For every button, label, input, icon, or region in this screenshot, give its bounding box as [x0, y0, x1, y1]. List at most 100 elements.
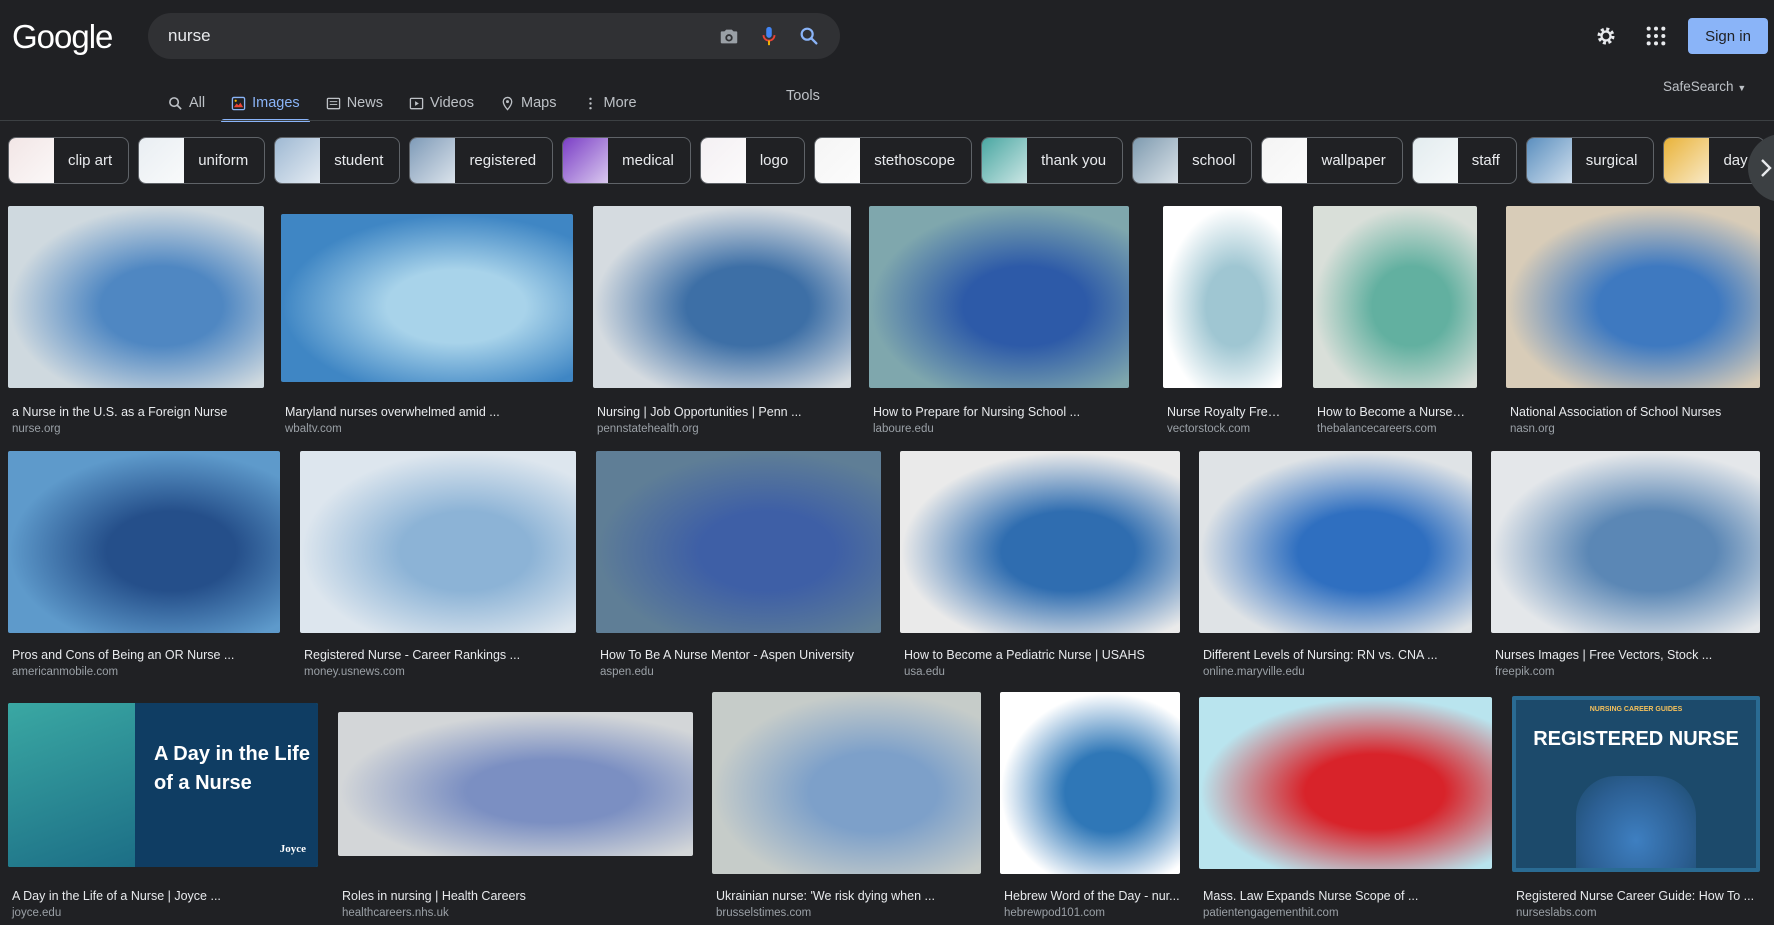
result-title[interactable]: National Association of School Nurses: [1510, 405, 1760, 419]
result-title[interactable]: Nursing | Job Opportunities | Penn ...: [597, 405, 851, 419]
result-source[interactable]: aspen.edu: [600, 666, 654, 678]
chip-thumbnail: [139, 138, 185, 183]
result-source[interactable]: nurse.org: [12, 423, 61, 435]
tab-videos[interactable]: Videos: [409, 84, 474, 118]
result-title[interactable]: Nurse Royalty Free Vec...: [1167, 405, 1282, 419]
result-source[interactable]: pennstatehealth.org: [597, 423, 699, 435]
overlay-headline-2: of a Nurse: [154, 772, 252, 794]
result-thumbnail[interactable]: [596, 451, 881, 633]
chip-school[interactable]: school: [1132, 137, 1253, 184]
chip-registered[interactable]: registered: [409, 137, 554, 184]
result-title[interactable]: Hebrew Word of the Day - nur...: [1004, 889, 1180, 903]
result-source[interactable]: vectorstock.com: [1167, 423, 1250, 435]
result-thumbnail[interactable]: [712, 692, 981, 874]
chip-student[interactable]: student: [274, 137, 401, 184]
result-thumbnail[interactable]: [1163, 206, 1282, 388]
result-title[interactable]: Nurses Images | Free Vectors, Stock ...: [1495, 648, 1760, 662]
chip-label: medical: [622, 152, 674, 169]
result-title[interactable]: How to Become a Pediatric Nurse | USAHS: [904, 648, 1180, 662]
result-thumbnail[interactable]: [869, 206, 1129, 388]
result-source[interactable]: patientengagementhit.com: [1203, 907, 1339, 919]
google-logo[interactable]: Google: [12, 18, 113, 56]
search-icon[interactable]: [798, 25, 820, 47]
result-thumbnail[interactable]: [1000, 692, 1180, 874]
result-thumbnail[interactable]: [281, 214, 573, 382]
result-thumbnail[interactable]: [1313, 206, 1477, 388]
safesearch-toggle[interactable]: SafeSearch ▼: [1663, 79, 1746, 94]
result-thumbnail[interactable]: NURSING CAREER GUIDES REGISTERED NURSE: [1512, 696, 1760, 872]
result-title[interactable]: How to Prepare for Nursing School ...: [873, 405, 1129, 419]
result-title[interactable]: Different Levels of Nursing: RN vs. CNA …: [1203, 648, 1472, 662]
result-thumbnail[interactable]: [1491, 451, 1760, 633]
tab-images[interactable]: Images: [221, 84, 310, 122]
result-title[interactable]: Registered Nurse Career Guide: How To ..…: [1516, 889, 1760, 903]
nurses-illustration: [1576, 776, 1696, 868]
camera-icon[interactable]: [718, 25, 740, 47]
chip-label: wallpaper: [1321, 152, 1386, 169]
dropdown-arrow-icon: ▼: [1737, 83, 1747, 93]
result-thumbnail[interactable]: [1199, 451, 1472, 633]
result-source[interactable]: joyce.edu: [12, 907, 61, 919]
result-source[interactable]: online.maryville.edu: [1203, 666, 1305, 678]
result-source[interactable]: americanmobile.com: [12, 666, 118, 678]
result-thumbnail[interactable]: [8, 451, 280, 633]
chip-thumbnail: [410, 138, 456, 183]
result-thumbnail[interactable]: [1199, 697, 1492, 869]
result-source[interactable]: hebrewpod101.com: [1004, 907, 1105, 919]
gear-icon[interactable]: [1594, 24, 1618, 48]
result-title[interactable]: A Day in the Life of a Nurse | Joyce ...: [12, 889, 318, 903]
chip-thumbnail: [1526, 138, 1572, 183]
chip-label: stethoscope: [874, 152, 956, 169]
chip-thank-you[interactable]: thank you: [981, 137, 1124, 184]
result-title[interactable]: Roles in nursing | Health Careers: [342, 889, 693, 903]
chip-medical[interactable]: medical: [562, 137, 691, 184]
result-source[interactable]: nurseslabs.com: [1516, 907, 1597, 919]
result-thumbnail[interactable]: [900, 451, 1180, 633]
result-thumbnail[interactable]: [1506, 206, 1760, 388]
result-source[interactable]: brusselstimes.com: [716, 907, 811, 919]
chip-label: thank you: [1041, 152, 1107, 169]
chip-surgical[interactable]: surgical: [1525, 137, 1655, 184]
chip-thumbnail: [1664, 138, 1710, 183]
tab-all[interactable]: All: [168, 84, 205, 118]
result-thumbnail[interactable]: [8, 206, 264, 388]
apps-grid-icon[interactable]: [1645, 25, 1667, 47]
result-title[interactable]: Ukrainian nurse: 'We risk dying when ...: [716, 889, 981, 903]
tools-button[interactable]: Tools: [786, 88, 820, 104]
result-thumbnail[interactable]: A Day in the Life of a Nurse Joyce: [8, 703, 318, 867]
result-source[interactable]: freepik.com: [1495, 666, 1554, 678]
search-input[interactable]: [168, 26, 700, 46]
chip-stethoscope[interactable]: stethoscope: [814, 137, 973, 184]
result-title[interactable]: Pros and Cons of Being an OR Nurse ...: [12, 648, 280, 662]
sign-in-button[interactable]: Sign in: [1688, 18, 1768, 54]
chip-thumbnail: [700, 138, 746, 183]
result-title[interactable]: How To Be A Nurse Mentor - Aspen Univers…: [600, 648, 881, 662]
image-icon: [231, 96, 246, 111]
result-thumbnail[interactable]: [300, 451, 576, 633]
result-title[interactable]: Maryland nurses overwhelmed amid ...: [285, 405, 573, 419]
chip-uniform[interactable]: uniform: [138, 137, 266, 184]
tab-more[interactable]: More: [583, 84, 637, 118]
microphone-icon[interactable]: [758, 25, 780, 47]
result-title[interactable]: a Nurse in the U.S. as a Foreign Nurse: [12, 405, 264, 419]
result-source[interactable]: money.usnews.com: [304, 666, 405, 678]
result-title[interactable]: Registered Nurse - Career Rankings ...: [304, 648, 576, 662]
result-title[interactable]: How to Become a Nurse—E...: [1317, 405, 1477, 419]
search-bar[interactable]: [148, 13, 840, 59]
result-thumbnail[interactable]: [593, 206, 851, 388]
result-source[interactable]: laboure.edu: [873, 423, 934, 435]
result-source[interactable]: nasn.org: [1510, 423, 1555, 435]
result-source[interactable]: usa.edu: [904, 666, 945, 678]
chip-wallpaper[interactable]: wallpaper: [1261, 137, 1403, 184]
chip-clip-art[interactable]: clip art: [8, 137, 130, 184]
chip-staff[interactable]: staff: [1411, 137, 1517, 184]
tab-maps[interactable]: Maps: [500, 84, 557, 118]
result-thumbnail[interactable]: [338, 712, 693, 856]
chip-label: registered: [469, 152, 537, 169]
result-source[interactable]: thebalancecareers.com: [1317, 423, 1437, 435]
result-title[interactable]: Mass. Law Expands Nurse Scope of ...: [1203, 889, 1492, 903]
result-source[interactable]: healthcareers.nhs.uk: [342, 907, 449, 919]
tab-news[interactable]: News: [326, 84, 383, 118]
result-source[interactable]: wbaltv.com: [285, 423, 342, 435]
chip-logo[interactable]: logo: [699, 137, 806, 184]
